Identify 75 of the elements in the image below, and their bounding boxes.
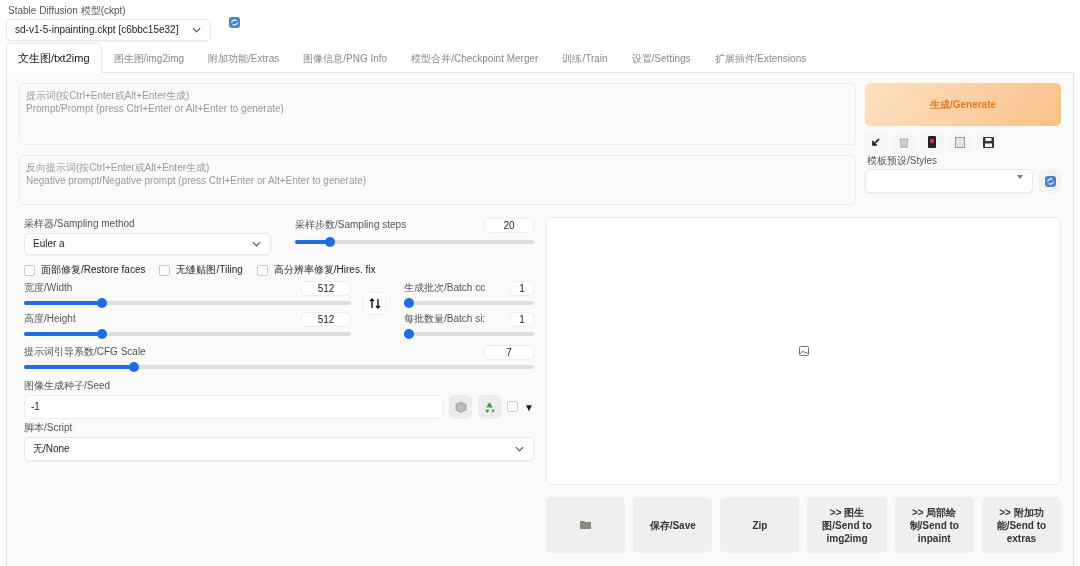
recycle-icon [483, 400, 497, 414]
caret-icon [1017, 175, 1023, 179]
dice-button[interactable] [449, 395, 473, 419]
image-icon [798, 346, 809, 356]
field-label: 图像生成种子/Seed [24, 379, 112, 393]
field-label: 脚本/Script [24, 421, 74, 435]
checkbox-label: 高分辨率修复/Hires. fix [273, 263, 376, 277]
checkbox-label: 无缝贴图/Tiling [176, 263, 243, 277]
save-style-button[interactable] [977, 131, 999, 153]
chevron-icon [515, 446, 524, 452]
field-label: 模板预设/Styles [866, 154, 938, 168]
script-dropdown[interactable]: 无/None [24, 437, 534, 461]
checkbox[interactable] [24, 264, 35, 276]
dice-icon [454, 401, 467, 413]
tab[interactable]: 模型合并/Checkpoint Merger [399, 43, 551, 73]
slider-thumb[interactable] [96, 329, 107, 339]
tab[interactable]: 图生图/img2img [101, 43, 197, 73]
card-icon [928, 136, 936, 148]
output-button[interactable]: >> 图生图/Send to img2img [807, 497, 887, 553]
slider-thumb[interactable] [404, 329, 414, 339]
toggle-arrow[interactable]: ▼ [524, 402, 534, 419]
tab[interactable]: 附加功能/Extras [196, 43, 292, 73]
tab[interactable]: 扩展插件/Extensions [702, 43, 819, 73]
refresh-icon [228, 16, 240, 28]
slider-label: 采样步数/Sampling steps [295, 218, 407, 232]
swap-icon [368, 298, 381, 309]
checkbox[interactable] [159, 264, 171, 276]
recycle-button[interactable] [478, 395, 502, 419]
number-field[interactable]: 1 [510, 280, 534, 296]
clipboard-button[interactable] [949, 131, 971, 153]
folder-icon [580, 519, 592, 529]
checkbox-label: 面部修复/Restore faces [41, 263, 146, 277]
output-button[interactable]: Zip [720, 497, 800, 553]
model-dropdown[interactable]: sd-v1-5-inpainting.ckpt [c6bbc15e32] [6, 18, 211, 41]
tab[interactable]: 文生图/txt2img [6, 43, 102, 73]
slider-thumb[interactable] [129, 362, 139, 372]
tab[interactable]: 设置/Settings [619, 43, 703, 73]
number-field[interactable]: 512 [301, 311, 351, 327]
output-button[interactable]: 保存/Save [633, 497, 713, 553]
trash-button[interactable] [893, 131, 915, 153]
checkbox[interactable] [507, 401, 519, 412]
number-field[interactable]: 7 [484, 344, 534, 360]
refresh-icon [1044, 175, 1056, 187]
slider-label: 每批数量/Batch si: [404, 312, 486, 326]
slider-label: 生成批次/Batch cc [404, 281, 486, 295]
arrow-icon [871, 137, 881, 147]
negative-prompt-field[interactable]: 反向提示词(按Ctrl+Enter或Alt+Enter生成) Negative prompt/Negative prompt (press Ctrl+Enter or Alt+Enter to generate) [19, 155, 856, 205]
number-field[interactable]: 512 [301, 280, 351, 296]
swap-button[interactable] [363, 292, 386, 315]
seed-field[interactable]: -1 [24, 395, 444, 419]
prompt-field[interactable]: 提示词(按Ctrl+Enter或Alt+Enter生成) Prompt/Prompt (press Ctrl+Enter or Alt+Enter to generate) [19, 83, 856, 145]
trash-icon [899, 136, 909, 148]
number-field[interactable]: 20 [484, 217, 534, 233]
chevron-icon [252, 241, 261, 247]
output-button[interactable]: >> 局部绘制/Send to inpaint [894, 497, 974, 553]
arrow-button[interactable] [865, 131, 887, 153]
number-field[interactable]: 1 [510, 311, 534, 327]
slider-label: 提示词引导系数/CFG Scale [24, 345, 146, 359]
tab[interactable]: 图像信息/PNG Info [291, 43, 400, 73]
slider-label: 高度/Height [24, 312, 76, 326]
slider-label: 宽度/Width [24, 281, 73, 295]
slider-thumb[interactable] [324, 237, 335, 247]
chevron-icon [192, 26, 201, 33]
field-label: Stable Diffusion 模型(ckpt) [7, 3, 127, 18]
page-icon [955, 136, 965, 148]
slider-thumb[interactable] [96, 298, 107, 308]
tab[interactable]: 训练/Train [550, 43, 620, 73]
field-label: 采样器/Sampling method [24, 217, 136, 231]
sampler-dropdown[interactable]: Euler a [24, 233, 271, 255]
checkbox[interactable] [256, 264, 268, 276]
slider-thumb[interactable] [404, 298, 414, 308]
output-button[interactable]: >> 附加功能/Send to extras [981, 497, 1061, 553]
refresh-button[interactable] [1039, 169, 1061, 193]
floppy-icon [982, 136, 994, 148]
card-button[interactable] [921, 131, 943, 153]
